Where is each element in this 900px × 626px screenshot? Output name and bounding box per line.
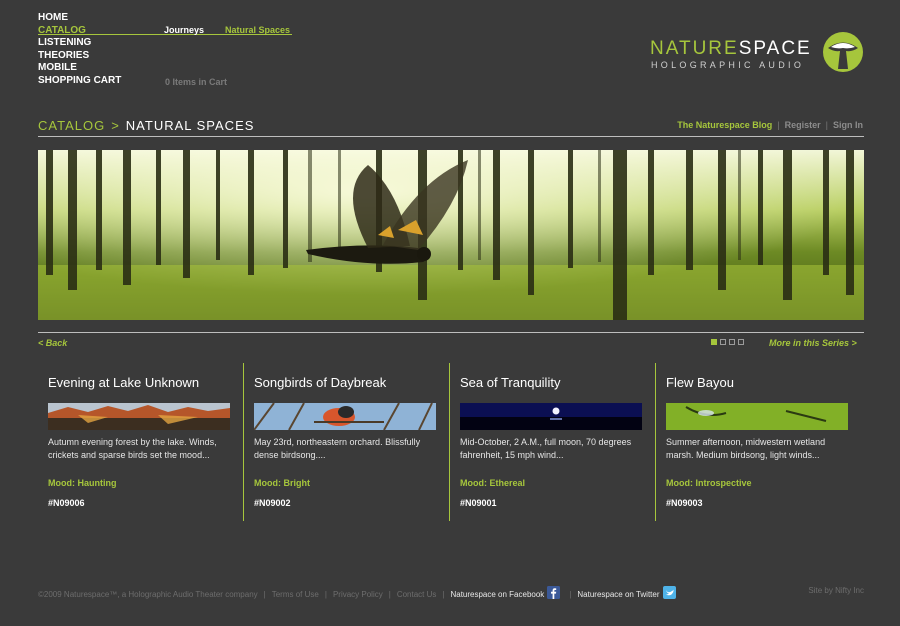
footer: ©2009 Naturespace™, a Holographic Audio … (38, 586, 676, 599)
blog-link[interactable]: The Naturespace Blog (677, 120, 772, 130)
card-title[interactable]: Songbirds of Daybreak (254, 375, 386, 390)
nav-home[interactable]: HOME (38, 12, 121, 25)
breadcrumb-catalog[interactable]: CATALOG (38, 118, 105, 133)
nav-catalog[interactable]: CATALOG (38, 25, 121, 38)
nav-mobile[interactable]: MOBILE (38, 62, 121, 75)
product-card[interactable]: Songbirds of Daybreak May 23rd, northeas… (244, 363, 450, 521)
card-code: #N09002 (254, 498, 291, 508)
subnav-natural-spaces[interactable]: Natural Spaces (225, 25, 290, 35)
footer-separator: | (388, 590, 391, 599)
terms-link[interactable]: Terms of Use (272, 590, 319, 599)
card-mood: Mood: Ethereal (460, 478, 526, 488)
footer-separator: | (263, 590, 266, 599)
more-in-series-link[interactable]: More in this Series > (769, 338, 857, 348)
contact-link[interactable]: Contact Us (397, 590, 437, 599)
card-thumbnail[interactable] (48, 403, 230, 430)
card-mood: Mood: Bright (254, 478, 310, 488)
product-card[interactable]: Sea of Tranquility Mid-October, 2 A.M., … (450, 363, 656, 521)
site-credit[interactable]: Site by Nifty Inc (808, 586, 864, 595)
main-nav: HOME CATALOG LISTENING THEORIES MOBILE S… (38, 12, 121, 88)
register-link[interactable]: Register (785, 120, 821, 130)
footer-copyright: ©2009 Naturespace™, a Holographic Audio … (38, 590, 258, 599)
card-code: #N09003 (666, 498, 703, 508)
cart-count: 0 Items in Cart (165, 77, 228, 87)
footer-separator: | (442, 590, 445, 599)
card-mood: Mood: Haunting (48, 478, 117, 488)
twitter-icon[interactable] (662, 586, 676, 599)
card-thumbnail[interactable] (666, 403, 848, 430)
logo-tagline: HOLOGRAPHIC AUDIO (651, 60, 805, 70)
card-thumbnail[interactable] (460, 403, 642, 430)
card-description: Mid-October, 2 A.M., full moon, 70 degre… (460, 437, 632, 460)
card-description: May 23rd, northeastern orchard. Blissful… (254, 437, 421, 460)
top-links-separator: | (825, 120, 828, 130)
product-card[interactable]: Flew Bayou Summer afternoon, midwestern … (656, 363, 862, 521)
top-links-separator: | (777, 120, 780, 130)
card-thumbnail[interactable] (254, 403, 436, 430)
card-description: Summer afternoon, midwestern wetland mar… (666, 437, 826, 460)
banner-rule (38, 332, 864, 333)
logo-word-nature: NATURE (650, 38, 739, 59)
nav-theories[interactable]: THEORIES (38, 50, 121, 63)
pager-dot-3[interactable] (729, 339, 735, 345)
pager-dot-1[interactable] (711, 339, 717, 345)
pager-dot-2[interactable] (720, 339, 726, 345)
footer-separator: | (569, 590, 572, 599)
breadcrumb-current: NATURAL SPACES (125, 118, 255, 133)
logo-wordmark[interactable]: NATURESPACE (650, 38, 812, 60)
footer-separator: | (324, 590, 327, 599)
sign-in-link[interactable]: Sign In (833, 120, 863, 130)
product-card[interactable]: Evening at Lake Unknown Autumn evening f… (38, 363, 244, 521)
breadcrumb: CATALOG > NATURAL SPACES (38, 118, 254, 133)
card-title[interactable]: Flew Bayou (666, 375, 734, 390)
nav-listening[interactable]: LISTENING (38, 37, 121, 50)
card-code: #N09006 (48, 498, 85, 508)
series-pager (711, 339, 747, 357)
card-description: Autumn evening forest by the lake. Winds… (48, 437, 217, 460)
facebook-icon[interactable] (547, 586, 561, 599)
hero-banner-image (38, 150, 864, 320)
facebook-link[interactable]: Naturespace on Facebook (450, 590, 544, 599)
top-links: The Naturespace Blog | Register | Sign In (677, 120, 863, 130)
card-title[interactable]: Sea of Tranquility (460, 375, 560, 390)
privacy-link[interactable]: Privacy Policy (333, 590, 383, 599)
breadcrumb-separator: > (111, 118, 120, 133)
logo-word-space: SPACE (738, 38, 812, 59)
card-code: #N09001 (460, 498, 497, 508)
twitter-link[interactable]: Naturespace on Twitter (577, 590, 659, 599)
back-link[interactable]: < Back (38, 338, 67, 348)
subnav-journeys[interactable]: Journeys (164, 25, 204, 35)
tree-logo-icon[interactable] (822, 31, 864, 73)
card-mood: Mood: Introspective (666, 478, 752, 488)
card-title[interactable]: Evening at Lake Unknown (48, 375, 199, 390)
header-rule (38, 136, 864, 137)
pager-dot-4[interactable] (738, 339, 744, 345)
nav-shopping-cart[interactable]: SHOPPING CART (38, 75, 121, 88)
